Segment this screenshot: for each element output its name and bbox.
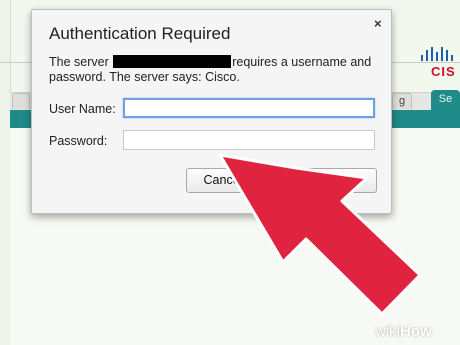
background-tab-active[interactable]: Se [431, 90, 460, 110]
dialog-title: Authentication Required [49, 24, 231, 43]
watermark-prefix: wiki [375, 323, 400, 340]
brand-name: CIS [431, 64, 456, 79]
login-button[interactable]: Log In [286, 168, 377, 193]
password-label: Password: [49, 134, 108, 148]
username-field[interactable] [123, 98, 375, 118]
redacted-server-address [113, 55, 232, 68]
watermark: wikiHow [375, 323, 432, 340]
username-label: User Name: [49, 102, 116, 116]
watermark-suffix: How [400, 323, 432, 340]
auth-dialog: Authentication Required × The server req… [31, 9, 392, 214]
cisco-bridge-logo [421, 47, 453, 61]
message-prefix: The server [49, 55, 113, 69]
password-field[interactable] [123, 130, 375, 150]
background-tab-partial[interactable]: g [392, 93, 412, 109]
cancel-button[interactable]: Cancel [186, 168, 260, 193]
close-icon[interactable]: × [374, 16, 382, 31]
dialog-message: The server requires a username and passw… [49, 55, 379, 85]
background-tab[interactable] [12, 93, 30, 109]
